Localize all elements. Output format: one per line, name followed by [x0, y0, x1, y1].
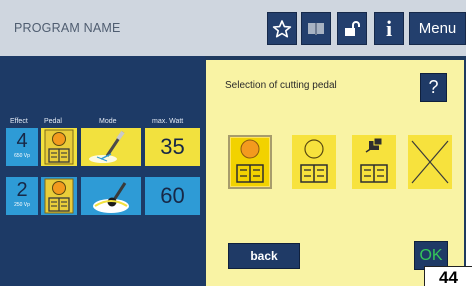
ball-electrode-icon	[93, 182, 129, 213]
effect-value: 2	[16, 179, 28, 201]
back-button[interactable]: back	[228, 243, 300, 269]
orange-pedal-icon	[236, 139, 264, 183]
pedal-cell[interactable]	[41, 128, 77, 166]
pedal-cell[interactable]	[41, 177, 77, 215]
column-header-max-watt: max. Watt	[152, 118, 184, 125]
max-watt-value: 35	[160, 134, 185, 159]
max-watt-value: 60	[160, 183, 185, 208]
max-watt-cell[interactable]: 60	[145, 177, 200, 215]
mode-cell[interactable]	[81, 128, 141, 166]
manual-button[interactable]	[301, 12, 331, 45]
option-no-pedal[interactable]	[408, 135, 452, 189]
star-icon	[272, 19, 292, 38]
book-icon	[308, 22, 324, 35]
help-button[interactable]: ?	[420, 73, 447, 102]
column-header-mode: Mode	[99, 118, 117, 125]
favorite-button[interactable]	[267, 12, 297, 45]
orange-pedal-icon	[44, 129, 74, 165]
yellow-pedal-icon	[300, 139, 328, 183]
voltage-value: 650 Vp	[14, 153, 30, 159]
program-name: PROGRAM NAME	[14, 21, 121, 35]
pedal-selection-dialog: Selection of cutting pedal ? back OK	[206, 60, 464, 286]
option-yellow-pedal[interactable]	[292, 135, 336, 189]
info-button[interactable]: i	[374, 12, 404, 45]
lock-button[interactable]	[337, 12, 367, 45]
device-screen: PROGRAM NAME i Menu Effect Pedal Mode ma…	[0, 0, 466, 286]
menu-button[interactable]: Menu	[409, 12, 466, 45]
column-header-pedal: Pedal	[44, 118, 62, 125]
effect-cell[interactable]: 2 250 Vp	[6, 177, 38, 215]
header-bar: PROGRAM NAME i Menu	[0, 0, 466, 56]
option-orange-pedal[interactable]	[228, 135, 272, 189]
mode-cell[interactable]	[81, 177, 141, 215]
orange-pedal-icon	[44, 178, 74, 214]
effect-cell[interactable]: 4 650 Vp	[6, 128, 38, 166]
unlock-icon	[345, 20, 360, 36]
max-watt-cell[interactable]: 35	[145, 128, 200, 166]
option-remote-pedal[interactable]	[352, 135, 396, 189]
voltage-value: 250 Vp	[14, 202, 30, 208]
dialog-title: Selection of cutting pedal	[225, 80, 337, 91]
column-header-effect: Effect	[10, 118, 28, 125]
cutting-electrode-icon	[89, 130, 125, 163]
effect-value: 4	[16, 130, 28, 152]
info-icon: i	[385, 15, 393, 41]
settings-panel	[0, 56, 205, 286]
remote-pedal-icon	[360, 137, 388, 183]
cross-icon	[411, 140, 449, 184]
figure-number: 44	[424, 266, 472, 286]
